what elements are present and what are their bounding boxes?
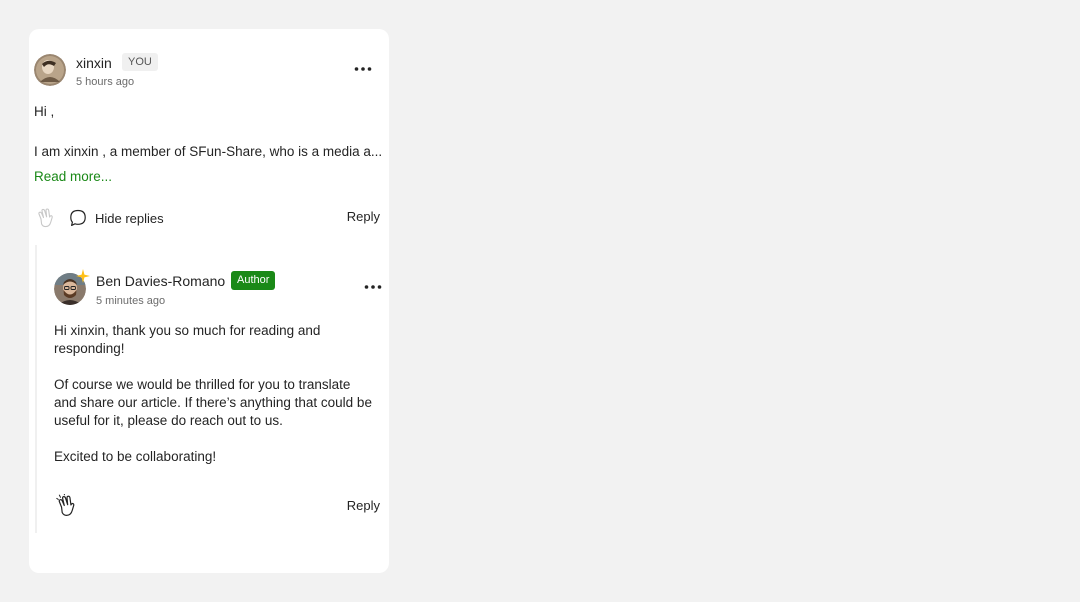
- reply-author-name[interactable]: Ben Davies-Romano: [96, 273, 225, 289]
- reply-header: Ben Davies-Romano Author 5 minutes ago: [54, 269, 384, 311]
- page-background: xinxin YOU 5 hours ago Hi , I am xinxin …: [0, 0, 1080, 602]
- clap-icon: [38, 208, 53, 228]
- author-badge: Author: [231, 271, 276, 290]
- reply-paragraph: Excited to be collaborating!: [54, 449, 217, 464]
- clap-button[interactable]: [56, 492, 78, 518]
- you-badge: YOU: [122, 53, 158, 71]
- reply-paragraph: Hi xinxin, thank you so much for reading…: [54, 323, 321, 356]
- hide-replies-label: Hide replies: [95, 210, 164, 226]
- comment-excerpt: I am xinxin , a member of SFun-Share, wh…: [34, 144, 383, 159]
- reply-button[interactable]: Reply: [347, 498, 380, 513]
- comment-body: Hi , I am xinxin , a member of SFun-Shar…: [34, 103, 384, 161]
- comment-card: xinxin YOU 5 hours ago Hi , I am xinxin …: [29, 29, 389, 573]
- reply-button[interactable]: Reply: [347, 209, 380, 224]
- star-icon: [76, 269, 90, 283]
- more-horizontal-icon: [364, 285, 382, 289]
- comment-author-name[interactable]: xinxin: [76, 55, 112, 71]
- comment-timestamp: 5 hours ago: [76, 76, 135, 88]
- reply-actions: Reply: [54, 492, 380, 518]
- reply-more-options-button[interactable]: [362, 277, 384, 297]
- hide-replies-button[interactable]: Hide replies: [69, 208, 164, 228]
- reply-body: Hi xinxin, thank you so much for reading…: [54, 322, 374, 484]
- read-more-link[interactable]: Read more...: [34, 169, 112, 184]
- more-options-button[interactable]: [352, 59, 374, 79]
- comment-actions: Hide replies Reply: [34, 207, 380, 229]
- comment-greeting: Hi ,: [34, 104, 55, 119]
- comment-header: xinxin YOU 5 hours ago: [34, 53, 384, 93]
- clap-icon: [56, 492, 75, 516]
- reply-paragraph: Of course we would be thrilled for you t…: [54, 377, 372, 428]
- speech-bubble-icon: [70, 209, 86, 226]
- avatar[interactable]: [34, 54, 66, 86]
- more-horizontal-icon: [354, 67, 372, 71]
- clap-button[interactable]: [36, 207, 56, 229]
- reply-timestamp: 5 minutes ago: [96, 295, 166, 307]
- thread-divider: [35, 245, 37, 533]
